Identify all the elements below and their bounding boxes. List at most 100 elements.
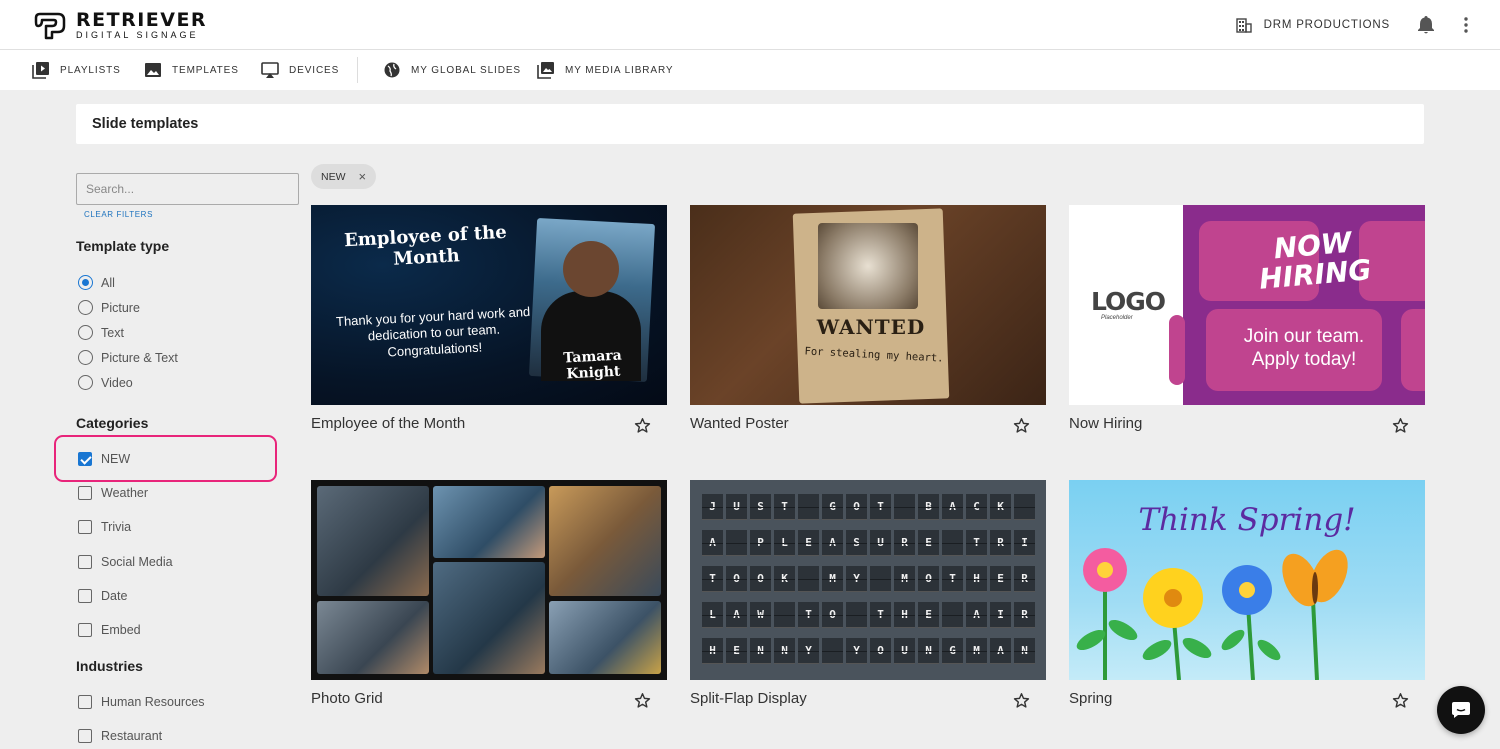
flap-cell: M	[894, 566, 915, 592]
flap-cell: A	[822, 530, 843, 556]
star-icon[interactable]	[1392, 692, 1409, 709]
grid-photo	[433, 562, 545, 674]
nav-playlists[interactable]: PLAYLISTS	[32, 50, 121, 90]
thumb-name: Tamara Knight	[562, 347, 623, 383]
chat-button[interactable]	[1437, 686, 1485, 734]
flap-cell: N	[1014, 638, 1035, 664]
flap-cell: T	[966, 530, 987, 556]
template-type-heading: Template type	[76, 238, 170, 254]
radio-all[interactable]: All	[78, 275, 115, 290]
flap-cell: L	[702, 602, 723, 628]
template-card-photo-grid[interactable]: Photo Grid	[311, 480, 667, 708]
flap-row: LAWTOTHEAIR	[702, 602, 1038, 628]
flap-cell: G	[942, 638, 963, 664]
radio-button	[78, 325, 93, 340]
close-icon[interactable]: ×	[359, 169, 367, 184]
flap-row: JUSTGOTBACK	[702, 494, 1038, 520]
flap-row: HENNYYOUNGMAN	[702, 638, 1038, 664]
flap-cell: A	[966, 602, 987, 628]
thumb-body: Join our team. Apply today!	[1243, 326, 1365, 371]
page-title: Slide templates	[92, 116, 199, 132]
checkbox-embed[interactable]: Embed	[78, 623, 141, 637]
thumb-heading: Employee of the Month	[343, 221, 508, 270]
flap-cell: E	[918, 602, 939, 628]
template-card-split-flap-display[interactable]: JUSTGOTBACKAPLEASURETRITOOKMYMOTHERLAWTO…	[690, 480, 1046, 708]
template-title: Spring	[1069, 690, 1113, 707]
template-thumbnail[interactable]	[311, 480, 667, 680]
checkbox-weather[interactable]: Weather	[78, 486, 148, 500]
checkbox	[78, 589, 92, 603]
flap-cell: A	[702, 530, 723, 556]
flap-cell: N	[774, 638, 795, 664]
flap-cell: Y	[798, 638, 819, 664]
template-card-wanted-poster[interactable]: WANTED For stealing my heart. Wanted Pos…	[690, 205, 1046, 433]
flap-cell: K	[774, 566, 795, 592]
flap-cell	[726, 530, 747, 556]
flap-cell: T	[870, 494, 891, 520]
categories-heading: Categories	[76, 415, 149, 431]
checkbox	[78, 555, 92, 569]
flap-row: TOOKMYMOTHER	[702, 566, 1038, 592]
template-title: Now Hiring	[1069, 415, 1143, 432]
flap-cell: J	[702, 494, 723, 520]
template-thumbnail[interactable]: JUSTGOTBACKAPLEASURETRITOOKMYMOTHERLAWTO…	[690, 480, 1046, 680]
checkbox-new[interactable]: NEW	[78, 452, 130, 466]
flap-cell: T	[870, 602, 891, 628]
template-title: Employee of the Month	[311, 415, 466, 432]
dog-photo	[818, 223, 918, 309]
checkbox-date[interactable]: Date	[78, 589, 127, 603]
flap-cell: O	[918, 566, 939, 592]
nav-media-library[interactable]: MY MEDIA LIBRARY	[537, 50, 674, 90]
org-name: DRM PRODUCTIONS	[1263, 19, 1390, 31]
image-icon	[145, 63, 161, 77]
flap-cell: U	[870, 530, 891, 556]
radio-picture[interactable]: Picture	[78, 300, 140, 315]
star-icon[interactable]	[634, 692, 651, 709]
bell-icon[interactable]	[1417, 15, 1435, 35]
radio-button	[78, 300, 93, 315]
template-card-spring[interactable]: Think Spring! Spring	[1069, 480, 1425, 708]
radio-video[interactable]: Video	[78, 375, 133, 390]
more-vert-icon[interactable]	[1458, 16, 1474, 34]
nav-devices[interactable]: DEVICES	[261, 50, 339, 90]
radio-text[interactable]: Text	[78, 325, 124, 340]
template-thumbnail[interactable]: LOGO Placeholder NOW HIRING Join our tea…	[1069, 205, 1425, 405]
template-thumbnail[interactable]: Employee of the Month Thank you for your…	[311, 205, 667, 405]
flap-cell: H	[894, 602, 915, 628]
clear-filters-link[interactable]: CLEAR FILTERS	[84, 210, 153, 219]
search-input[interactable]	[76, 173, 299, 205]
flap-cell	[846, 602, 867, 628]
template-card-now-hiring[interactable]: LOGO Placeholder NOW HIRING Join our tea…	[1069, 205, 1425, 433]
checkbox	[78, 486, 92, 500]
flap-cell	[870, 566, 891, 592]
star-icon[interactable]	[1013, 692, 1030, 709]
flap-cell: E	[990, 566, 1011, 592]
flap-cell: W	[750, 602, 771, 628]
star-icon[interactable]	[1392, 417, 1409, 434]
flap-cell: T	[774, 494, 795, 520]
brand-logo[interactable]: RETRIEVER DIGITAL SIGNAGE	[32, 11, 207, 40]
nav-global-slides[interactable]: MY GLOBAL SLIDES	[383, 50, 521, 90]
radio-button	[78, 375, 93, 390]
checkbox-human-resources[interactable]: Human Resources	[78, 695, 205, 709]
flap-cell: U	[894, 638, 915, 664]
star-icon[interactable]	[634, 417, 651, 434]
template-thumbnail[interactable]: WANTED For stealing my heart.	[690, 205, 1046, 405]
radio-picture-text[interactable]: Picture & Text	[78, 350, 178, 365]
star-icon[interactable]	[1013, 417, 1030, 434]
flap-cell: O	[870, 638, 891, 664]
industries-heading: Industries	[76, 658, 143, 674]
template-thumbnail[interactable]: Think Spring!	[1069, 480, 1425, 680]
template-card-employee-of-the-month[interactable]: Employee of the Month Thank you for your…	[311, 205, 667, 433]
main-nav: PLAYLISTS TEMPLATES DEVICES MY GLOBAL SL…	[0, 50, 1500, 90]
checkbox	[78, 623, 92, 637]
org-selector[interactable]: DRM PRODUCTIONS	[1235, 17, 1390, 33]
flap-cell: M	[966, 638, 987, 664]
nav-templates[interactable]: TEMPLATES	[144, 50, 239, 90]
checkbox-trivia[interactable]: Trivia	[78, 520, 131, 534]
checkbox	[78, 520, 92, 534]
checkbox-social-media[interactable]: Social Media	[78, 555, 173, 569]
checkbox-restaurant[interactable]: Restaurant	[78, 729, 162, 743]
flap-cell: R	[1014, 602, 1035, 628]
thumb-heading: WANTED	[816, 315, 926, 339]
